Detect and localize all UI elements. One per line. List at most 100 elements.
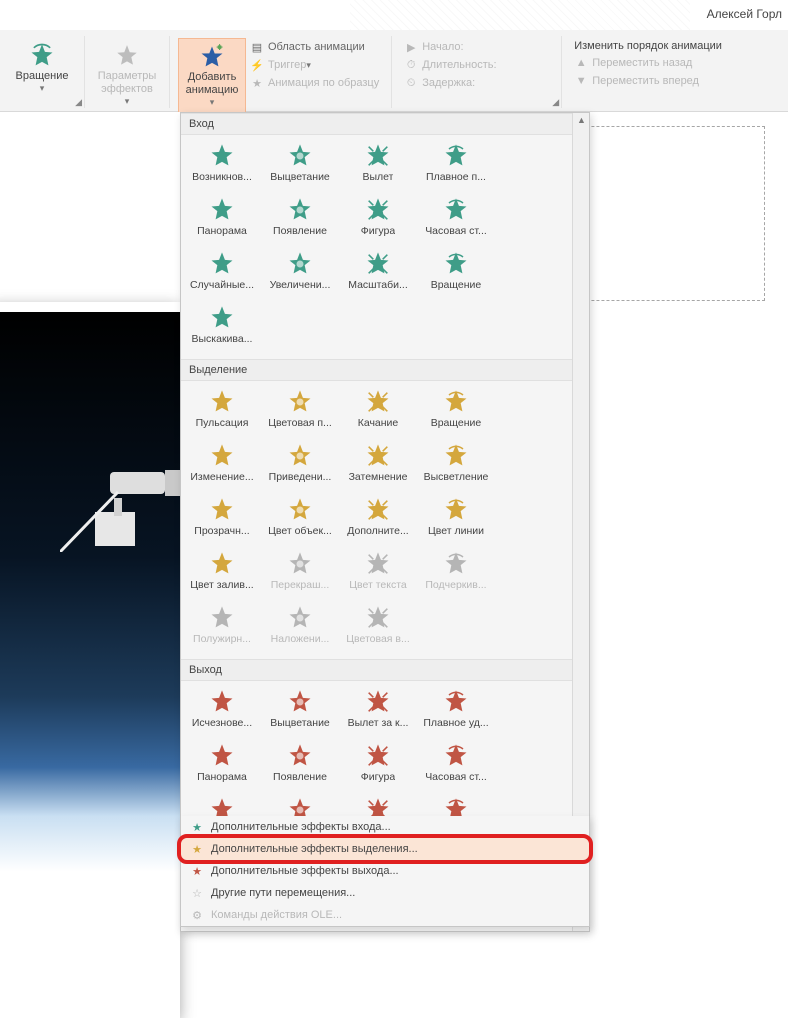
effect-item[interactable]: Фигура [339, 193, 417, 247]
effect-item: Полужирн... [183, 601, 261, 655]
effect-item[interactable]: Цвет линии [417, 493, 495, 547]
animation-gallery: Вход Возникнов... Выцветание Вылет Плавное … [180, 112, 590, 932]
effect-item[interactable]: Приведени... [261, 439, 339, 493]
effect-label: Вылет за к... [348, 717, 409, 729]
add-star-icon [198, 43, 226, 71]
effect-item[interactable]: Появление [261, 193, 339, 247]
effect-item[interactable]: Вылет за к... [339, 685, 417, 739]
effect-item[interactable]: Увеличени... [261, 247, 339, 301]
effect-label: Часовая ст... [425, 771, 487, 783]
effect-item[interactable]: Вращение [417, 247, 495, 301]
effect-label: Панорама [197, 771, 247, 783]
effect-item[interactable]: Выцветание [261, 139, 339, 193]
arrow-down-icon: ▼ [574, 74, 588, 88]
effect-label: Выцветание [270, 717, 330, 729]
effect-item[interactable]: Прозрачн... [183, 493, 261, 547]
star-icon [206, 741, 238, 771]
motion-path-item[interactable]: Дуги [261, 931, 339, 932]
rotation-star-icon [28, 42, 56, 70]
duration-row: ⏱ Длительность: [400, 56, 500, 74]
effect-item[interactable]: Изменение... [183, 439, 261, 493]
effect-item[interactable]: Цветовая п... [261, 385, 339, 439]
effect-item[interactable]: Панорама [183, 739, 261, 793]
effect-item[interactable]: Появление [261, 739, 339, 793]
move-earlier-label: Переместить назад [592, 57, 692, 69]
star-icon [206, 549, 238, 579]
scroll-up-icon[interactable]: ▲ [577, 115, 586, 125]
effect-label: Фигура [361, 225, 396, 237]
star-icon [440, 249, 472, 279]
effect-item[interactable]: Случайные... [183, 247, 261, 301]
ribbon-group-advanced: Добавить анимацию ▾ ▤ Область анимации ⚡… [170, 36, 392, 108]
effect-label: Плавное п... [426, 171, 486, 183]
motion-path-item[interactable]: Линии [183, 931, 261, 932]
effect-item: Цвет текста [339, 547, 417, 601]
star-icon [440, 195, 472, 225]
effect-item[interactable]: Вылет [339, 139, 417, 193]
motion-path-item[interactable]: Фигуры [417, 931, 495, 932]
effect-item[interactable]: Часовая ст... [417, 193, 495, 247]
effect-item[interactable]: Плавное уд... [417, 685, 495, 739]
star-icon [284, 549, 316, 579]
category-entrance: Вход [181, 113, 572, 135]
star-icon [362, 249, 394, 279]
satellite-graphic [60, 442, 180, 552]
start-label: Начало: [422, 41, 463, 53]
rotation-button[interactable]: Вращение ▾ [8, 38, 76, 98]
star-icon: ★ [189, 819, 205, 835]
more-emphasis-item[interactable]: ★ Дополнительные эффекты выделения... [181, 838, 589, 860]
animation-pane-button[interactable]: ▤ Область анимации [246, 38, 383, 56]
effect-item[interactable]: Фигура [339, 739, 417, 793]
effect-item[interactable]: Исчезнове... [183, 685, 261, 739]
star-icon: ★ [189, 863, 205, 879]
effect-item[interactable]: Вращение [417, 385, 495, 439]
effect-item[interactable]: Часовая ст... [417, 739, 495, 793]
scrollbar[interactable]: ▲ ▼ [572, 113, 590, 931]
effect-label: Цвет залив... [190, 579, 253, 591]
move-later-button: ▼ Переместить вперед [570, 72, 703, 90]
effect-item: Перекраш... [261, 547, 339, 601]
effect-label: Высветление [424, 471, 489, 483]
effect-label: Выцветание [270, 171, 330, 183]
painter-label: Анимация по образцу [268, 77, 379, 89]
effect-item[interactable]: Плавное п... [417, 139, 495, 193]
effect-item[interactable]: Выцветание [261, 685, 339, 739]
effect-item[interactable]: Качание [339, 385, 417, 439]
effect-item[interactable]: Выскакива... [183, 301, 261, 355]
star-icon [362, 741, 394, 771]
motion-path-item[interactable]: Повороты [339, 931, 417, 932]
group-launcher-icon[interactable]: ◢ [552, 97, 559, 108]
more-exit-item[interactable]: ★ Дополнительные эффекты выхода... [181, 860, 589, 882]
more-entrance-item[interactable]: ★ Дополнительные эффекты входа... [181, 816, 589, 838]
effect-params-label: Параметры эффектов [98, 70, 157, 96]
slide-image[interactable] [0, 312, 180, 1012]
effect-label: Пульсация [196, 417, 249, 429]
effect-item[interactable]: Масштаби... [339, 247, 417, 301]
duration-label: Длительность: [422, 59, 496, 71]
effect-item[interactable]: Затемнение [339, 439, 417, 493]
effect-item[interactable]: Панорама [183, 193, 261, 247]
effect-item[interactable]: Пульсация [183, 385, 261, 439]
effect-item[interactable]: Возникнов... [183, 139, 261, 193]
star-icon [440, 141, 472, 171]
effect-label: Фигура [361, 771, 396, 783]
trigger-icon: ⚡ [250, 58, 264, 72]
effect-item[interactable]: Дополните... [339, 493, 417, 547]
effect-label: Перекраш... [271, 579, 330, 591]
group-launcher-icon[interactable]: ◢ [75, 97, 82, 108]
effect-item[interactable]: Высветление [417, 439, 495, 493]
ribbon-group-params: Параметры эффектов ▾ [85, 36, 170, 108]
effect-label: Вращение [431, 279, 482, 291]
clock-icon: ⏱ [404, 58, 418, 72]
effect-label: Цветовая в... [346, 633, 409, 645]
dropdown-arrow-icon: ▾ [40, 83, 45, 94]
ribbon: Вращение ▾ ◢ Параметры эффектов ▾ Добави… [0, 30, 788, 112]
add-animation-button[interactable]: Добавить анимацию ▾ [178, 38, 246, 113]
reorder-label: Изменить порядок анимации [574, 40, 722, 52]
more-motion-item[interactable]: ☆ Другие пути перемещения... [181, 882, 589, 904]
effect-label: Панорама [197, 225, 247, 237]
effect-item[interactable]: Цвет залив... [183, 547, 261, 601]
effect-item[interactable]: Цвет объек... [261, 493, 339, 547]
pane-icon: ▤ [250, 40, 264, 54]
effect-label: Часовая ст... [425, 225, 487, 237]
